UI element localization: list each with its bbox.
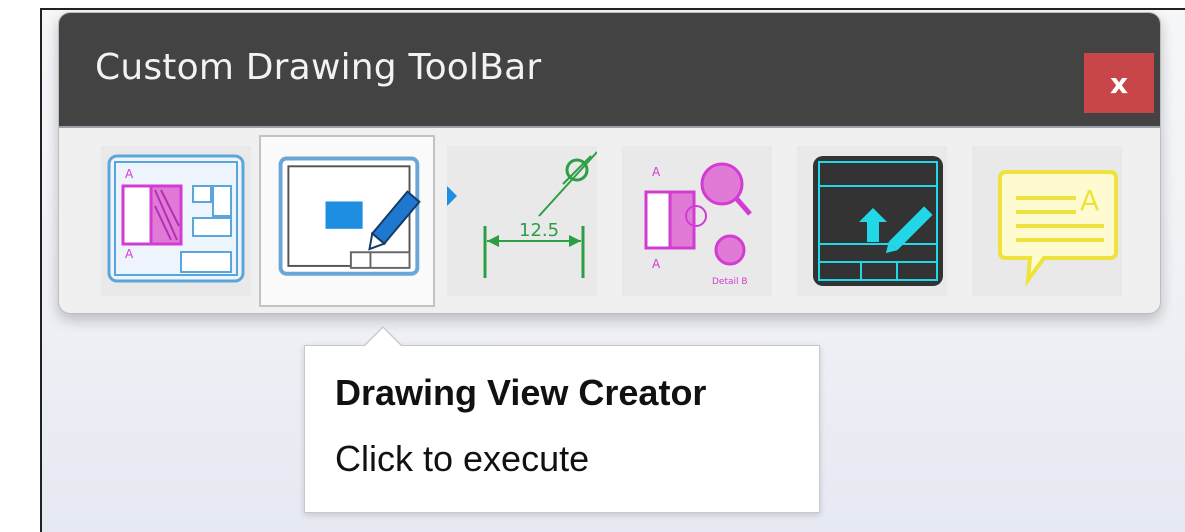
tool-row: A A 12.5 A A Detail B A (59, 128, 1160, 313)
dimension-icon: 12.5 (447, 151, 597, 278)
svg-text:A: A (125, 167, 134, 181)
drawing-view-creator-icon (278, 156, 421, 276)
svg-text:A: A (1080, 184, 1099, 217)
tooltip-subtitle: Click to execute (335, 438, 590, 479)
svg-text:A: A (125, 247, 134, 261)
title-block-editor-button[interactable] (797, 146, 947, 296)
dimension-button[interactable]: 12.5 (447, 146, 597, 296)
dimension-value: 12.5 (519, 220, 559, 241)
toolbar-title: Custom Drawing ToolBar (95, 47, 542, 88)
drawing-view-creator-button[interactable] (259, 135, 435, 307)
annotation-note-icon: A (998, 170, 1118, 288)
section-detail-button[interactable]: A A Detail B (622, 146, 772, 296)
svg-text:A: A (652, 165, 661, 179)
drawing-layout-button[interactable]: A A (101, 146, 251, 296)
toolbar-titlebar[interactable]: Custom Drawing ToolBar x (59, 13, 1160, 128)
svg-text:A: A (652, 257, 661, 271)
drawing-layout-icon: A A (107, 154, 245, 283)
custom-drawing-toolbar: Custom Drawing ToolBar x A A 12.5 A A De… (58, 12, 1161, 314)
tooltip-title: Drawing View Creator (335, 372, 707, 413)
section-detail-icon: A A Detail B (644, 162, 752, 287)
title-block-editor-icon (813, 156, 943, 286)
tooltip: Drawing View Creator Click to execute (304, 326, 820, 513)
annotation-note-button[interactable]: A (972, 146, 1122, 296)
close-button[interactable]: x (1084, 53, 1154, 113)
detail-label: Detail B (712, 277, 748, 287)
